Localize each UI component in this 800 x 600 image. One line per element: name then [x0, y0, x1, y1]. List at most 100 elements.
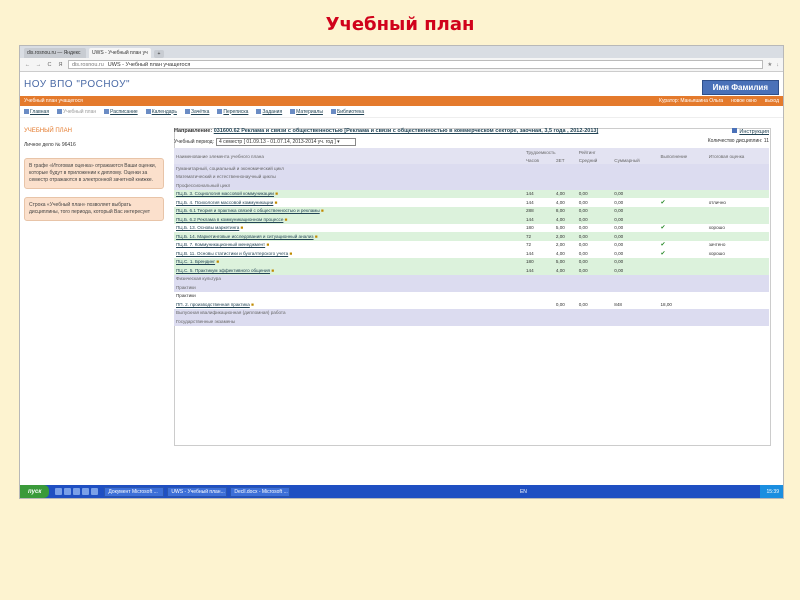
info-note-grades: В графе «Итоговая оценка» отражаются Ваш… [24, 158, 164, 189]
discipline-link[interactable]: ПЦ.С. 1. Брендинг [176, 259, 215, 264]
discipline-link[interactable]: ПП. 2. производственная практика [176, 302, 250, 307]
discipline-link[interactable]: ПЦ.В. 11. Основы статистики и бухгалтерс… [176, 251, 288, 256]
discipline-cell: ПП. 2. производственная практика ■ [174, 300, 524, 309]
discipline-cell: ПЦ.С. 5. Практикум эффективного общения … [174, 266, 524, 275]
plan-icon [57, 109, 63, 114]
hours-cell: 288 [524, 206, 554, 215]
help-icon [732, 128, 738, 133]
hours-cell [524, 300, 554, 309]
discipline-link[interactable]: ПЦ.Б. 13. Основы маркетинга [176, 225, 239, 230]
menu-library[interactable]: Библиотека [330, 109, 364, 115]
avg-cell: 0,00 [576, 240, 613, 249]
menu-materials[interactable]: Материалы [290, 109, 323, 115]
menu-study-plan[interactable]: Учебный план [57, 109, 96, 115]
material-icon[interactable]: ■ [285, 217, 288, 222]
col-name: Наименование элемента учебного плана [174, 148, 524, 164]
hours-cell: 144 [524, 249, 554, 258]
material-icon[interactable]: ■ [321, 208, 324, 213]
col-hours: Часов [524, 156, 554, 164]
menu-messages[interactable]: Переписка [217, 109, 248, 115]
discipline-link[interactable]: ПЦ.Б. 6.2 Реклама в коммуникационном про… [176, 217, 283, 222]
material-icon[interactable]: ■ [275, 191, 278, 196]
sum-cell: 0,00 [612, 249, 659, 258]
exit-link[interactable]: выход [765, 98, 779, 104]
hours-cell: 72 [524, 232, 554, 241]
quicklaunch-icon[interactable] [64, 488, 72, 495]
language-indicator[interactable]: EN [520, 489, 527, 495]
material-icon[interactable]: ■ [251, 302, 254, 307]
quicklaunch-icon[interactable] [82, 488, 90, 495]
period-select[interactable]: 4 семестр [ 01.09.13 - 01.07.14, 2013-20… [215, 138, 356, 146]
menu-calendar[interactable]: Календарь [145, 109, 177, 115]
discipline-link[interactable]: ПЦ.В. 7. Коммуникационный менеджмент [176, 242, 265, 247]
done-cell [658, 232, 707, 241]
menu-schedule[interactable]: Расписание [104, 109, 138, 115]
new-tab-button[interactable]: + [154, 50, 164, 58]
discipline-link[interactable]: ПЦ.С. 5. Практикум эффективного общения [176, 268, 270, 273]
zet-cell: 0,00 [553, 300, 577, 309]
section-row: Выпускная квалификационная (дипломная) р… [174, 308, 769, 317]
forward-icon[interactable]: → [35, 62, 42, 68]
material-icon[interactable]: ■ [271, 268, 274, 273]
avg-cell: 0,00 [576, 232, 613, 241]
done-cell: ✔ [658, 223, 707, 232]
taskbar-item[interactable]: Decll.docx - Microsoft ... [230, 486, 291, 497]
material-icon[interactable]: ■ [216, 259, 219, 264]
new-window-link[interactable]: новое окно [731, 98, 757, 104]
curator-link[interactable]: Куратор: Маньяшина Ольга [659, 98, 723, 104]
info-note-plan: Строка «Учебный план» позволяет выбрать … [24, 197, 164, 221]
url-field[interactable]: dis.rosnou.ru UWS - Учебный план учащего… [68, 60, 764, 69]
download-icon[interactable]: ↓ [776, 62, 779, 68]
direction-link[interactable]: 031600.62 Реклама и связи с общественнос… [214, 128, 599, 134]
table-row: ПЦ.В. 11. Основы статистики и бухгалтерс… [174, 249, 769, 258]
zet-cell: 4,00 [553, 249, 577, 258]
sidebar: УЧЕБНЫЙ ПЛАН Личное дело № 96416 В графе… [24, 128, 164, 229]
browser-tab[interactable]: dis.rosnou.ru — Яндекс [24, 48, 86, 58]
avg-cell: 0,00 [576, 189, 613, 198]
discipline-link[interactable]: ПЦ.Б. 4. Психология массовой коммуникаци… [176, 200, 273, 205]
bookmark-star-icon[interactable]: ★ [767, 62, 772, 68]
discipline-link[interactable]: ПЦ.Б. 3. Социология массовой коммуникаци… [176, 191, 274, 196]
sidebar-title: УЧЕБНЫЙ ПЛАН [24, 128, 72, 134]
col-final: Итоговая оценка [706, 148, 769, 164]
taskbar-item[interactable]: UWS - Учебный план... [167, 486, 228, 497]
address-bar: ← → C Я dis.rosnou.ru UWS - Учебный план… [20, 58, 783, 72]
browser-tab-active[interactable]: UWS - Учебный план уч [89, 48, 151, 58]
table-row: ПЦ.С. 1. Брендинг ■ 180 5,00 0,00 0,00 [174, 257, 769, 266]
table-row: ПЦ.Б. 6.1 Теория и практика связей с общ… [174, 206, 769, 215]
zet-cell: 4,00 [553, 266, 577, 275]
discipline-link[interactable]: ПЦ.Б. 14. Маркетинговые исследования и с… [176, 234, 314, 239]
reload-icon[interactable]: C [46, 62, 53, 68]
material-icon[interactable]: ■ [266, 242, 269, 247]
discipline-link[interactable]: ПЦ.Б. 6.1 Теория и практика связей с общ… [176, 208, 320, 213]
table-row: ПЦ.С. 5. Практикум эффективного общения … [174, 266, 769, 275]
back-icon[interactable]: ← [24, 62, 31, 68]
clock: 15:39 [766, 488, 779, 495]
menu-home[interactable]: Главная [24, 109, 49, 115]
done-cell [658, 266, 707, 275]
material-icon[interactable]: ■ [241, 225, 244, 230]
quicklaunch-icon[interactable] [73, 488, 81, 495]
quicklaunch-icon[interactable] [91, 488, 99, 495]
taskbar-item[interactable]: Документ Microsoft ... [104, 486, 165, 497]
section-label: Государственные экзамены [174, 317, 769, 326]
col-sum: Суммарный [612, 156, 659, 164]
avg-cell: 0,00 [576, 257, 613, 266]
material-icon[interactable]: ■ [315, 234, 318, 239]
col-avg: Средний [576, 156, 613, 164]
user-name-button[interactable]: Имя Фамилия [701, 79, 779, 95]
sum-cell: 0,00 [612, 257, 659, 266]
material-icon[interactable]: ■ [275, 200, 278, 205]
menu-gradebook[interactable]: Зачётка [184, 109, 209, 115]
yandex-icon[interactable]: Я [57, 62, 64, 68]
start-button[interactable]: пуск [20, 485, 50, 498]
quicklaunch-icon[interactable] [55, 488, 63, 495]
sum-cell: 0,00 [612, 223, 659, 232]
material-icon[interactable]: ■ [289, 251, 292, 256]
hours-cell: 144 [524, 198, 554, 207]
col-rating: Рейтинг [576, 148, 659, 156]
menu-tasks[interactable]: Задания [256, 109, 282, 115]
instruction-link[interactable]: Инструкция [732, 128, 769, 135]
sum-cell: 0,00 [612, 240, 659, 249]
avg-cell: 0,00 [576, 300, 613, 309]
